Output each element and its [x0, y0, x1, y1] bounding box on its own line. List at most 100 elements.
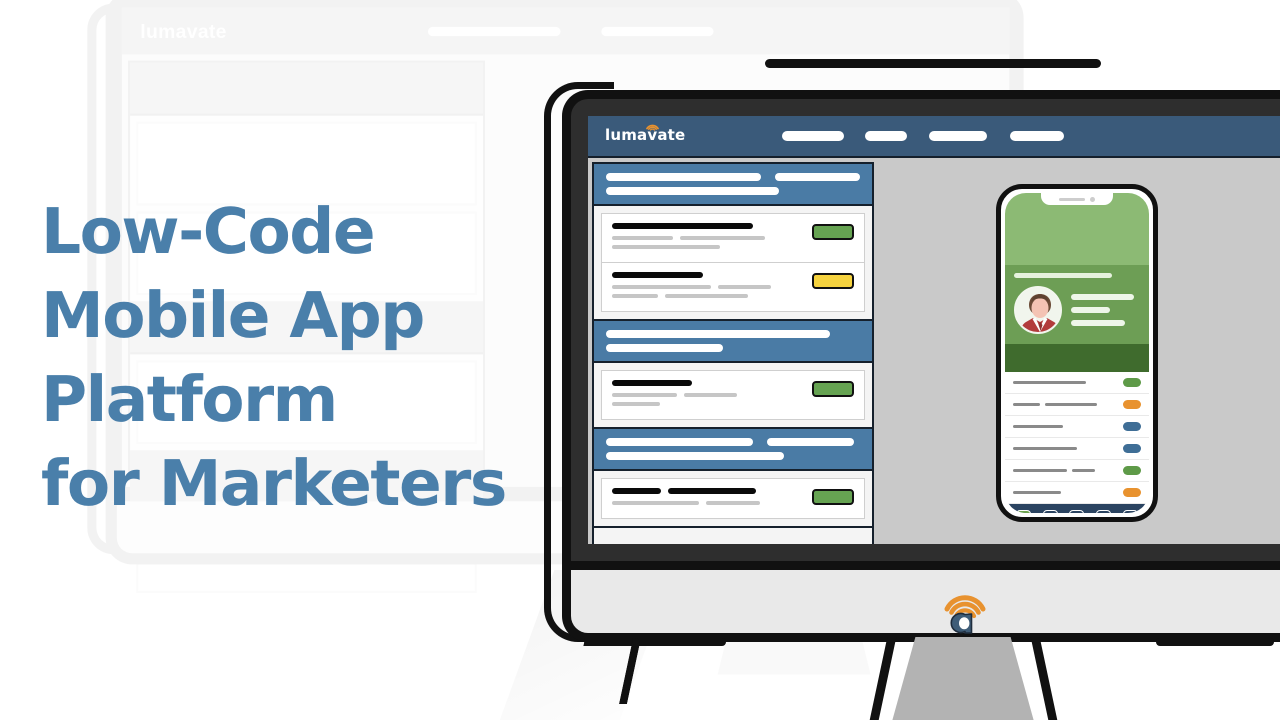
headline-line-1: Low-Code: [41, 195, 376, 268]
headline-line-2: Mobile App: [41, 279, 425, 352]
phone-speaker-icon: [1059, 197, 1085, 201]
section-title-bar: [606, 438, 754, 446]
card-title-bar: [612, 488, 662, 494]
section-header-1[interactable]: [594, 164, 872, 206]
ghost-nav-item: [601, 26, 714, 37]
phone-item-line: [1013, 469, 1068, 472]
card-group-3: [594, 471, 872, 528]
phone-profile-section: [1005, 265, 1149, 344]
phone-item-pill: [1123, 378, 1141, 387]
section-title-bar: [606, 330, 830, 338]
phone-list-item[interactable]: [1005, 438, 1149, 460]
phone-notch: [1041, 193, 1113, 205]
card-line-row: [612, 393, 802, 397]
section-header-3[interactable]: [594, 429, 872, 471]
headline-line-3: Platform: [41, 363, 338, 436]
nav-item-4[interactable]: [1010, 131, 1064, 141]
monitor-screen: lumavate: [588, 116, 1280, 544]
ghost-brand-wordmark: lumavate: [140, 21, 227, 44]
phone-item-pill: [1123, 466, 1141, 475]
phone-preview[interactable]: [996, 184, 1158, 522]
list-item[interactable]: [601, 213, 865, 263]
status-badge[interactable]: [812, 273, 854, 289]
tab-five[interactable]: [1123, 510, 1139, 513]
ghost-section-header: [130, 62, 483, 116]
card-title-bar: [668, 488, 756, 494]
user-avatar: [1014, 286, 1062, 334]
phone-list-item[interactable]: [1005, 482, 1149, 504]
phone-item-text: [1013, 425, 1117, 428]
card-content: [612, 223, 802, 254]
card-text-line: [612, 294, 658, 298]
card-text-line: [706, 501, 760, 505]
monitor-illustration: lumavate: [481, 52, 1280, 720]
slide-canvas: lumavate a Low-Code Mobile App Platform …: [0, 0, 1280, 720]
phone-item-line: [1013, 403, 1041, 406]
status-badge[interactable]: [812, 489, 854, 505]
card-group-1: [594, 206, 872, 321]
card-text-line: [683, 393, 737, 397]
card-text-line: [679, 236, 766, 240]
phone-item-text: [1013, 381, 1117, 384]
list-item[interactable]: [601, 263, 865, 312]
card-text-line: [612, 501, 700, 505]
card-line-row: [612, 285, 802, 289]
nav-item-2[interactable]: [865, 131, 907, 141]
section-subtitle-bar: [606, 344, 723, 352]
tab-two[interactable]: [1042, 510, 1058, 513]
phone-list-item[interactable]: [1005, 372, 1149, 394]
phone-item-text: [1013, 469, 1117, 472]
phone-divider-band: [1005, 344, 1149, 372]
builder-panel: [592, 162, 874, 544]
app-brand[interactable]: lumavate: [605, 124, 685, 144]
tab-home[interactable]: [1015, 510, 1031, 513]
tab-four[interactable]: [1096, 510, 1112, 513]
phone-item-text: [1013, 447, 1117, 450]
phone-profile-text: [1071, 294, 1140, 326]
section-subtitle-bar: [606, 187, 779, 195]
canvas-preview-area: [874, 162, 1280, 544]
section-header-2[interactable]: [594, 321, 872, 363]
phone-item-line: [1072, 469, 1095, 472]
phone-item-text: [1013, 491, 1117, 494]
monitor-stand-edge-left: [858, 637, 897, 720]
lumavate-wifi-mark-icon: [646, 124, 659, 131]
card-line-row: [612, 236, 802, 240]
card-text-line: [717, 285, 771, 289]
status-badge[interactable]: [812, 381, 854, 397]
section-title-bar: [606, 173, 761, 181]
phone-item-pill: [1123, 400, 1141, 409]
app-top-nav: lumavate: [588, 116, 1280, 158]
section-meta-bar: [767, 438, 854, 446]
card-title-bar: [612, 272, 704, 278]
phone-item-line: [1013, 381, 1086, 384]
phone-camera-icon: [1090, 196, 1095, 202]
tab-three[interactable]: [1069, 510, 1085, 513]
card-line-row: [612, 488, 802, 494]
card-line-row: [612, 294, 802, 298]
phone-item-line: [1013, 425, 1063, 428]
card-text-line: [612, 285, 711, 289]
monitor-chin: [562, 570, 1280, 642]
phone-profile-topbar: [1014, 273, 1113, 278]
phone-list-item[interactable]: [1005, 416, 1149, 438]
card-text-line: [612, 236, 673, 240]
phone-item-text: [1013, 403, 1117, 406]
phone-item-pill: [1123, 488, 1141, 497]
headline-line-4: for Marketers: [41, 447, 507, 520]
phone-item-line: [1013, 491, 1061, 494]
list-item[interactable]: [601, 370, 865, 420]
phone-profile-line: [1071, 320, 1125, 326]
phone-tabbar: [1005, 504, 1149, 513]
list-item[interactable]: [601, 478, 865, 519]
phone-list-item[interactable]: [1005, 394, 1149, 416]
status-badge[interactable]: [812, 224, 854, 240]
card-content: [612, 272, 802, 303]
nav-item-3[interactable]: [929, 131, 987, 141]
phone-profile-row: [1014, 286, 1140, 334]
nav-item-1[interactable]: [782, 131, 844, 141]
phone-item-pill: [1123, 444, 1141, 453]
phone-list-item[interactable]: [1005, 460, 1149, 482]
page-title: Low-Code Mobile App Platform for Markete…: [41, 190, 541, 526]
card-text-line: [612, 393, 677, 397]
